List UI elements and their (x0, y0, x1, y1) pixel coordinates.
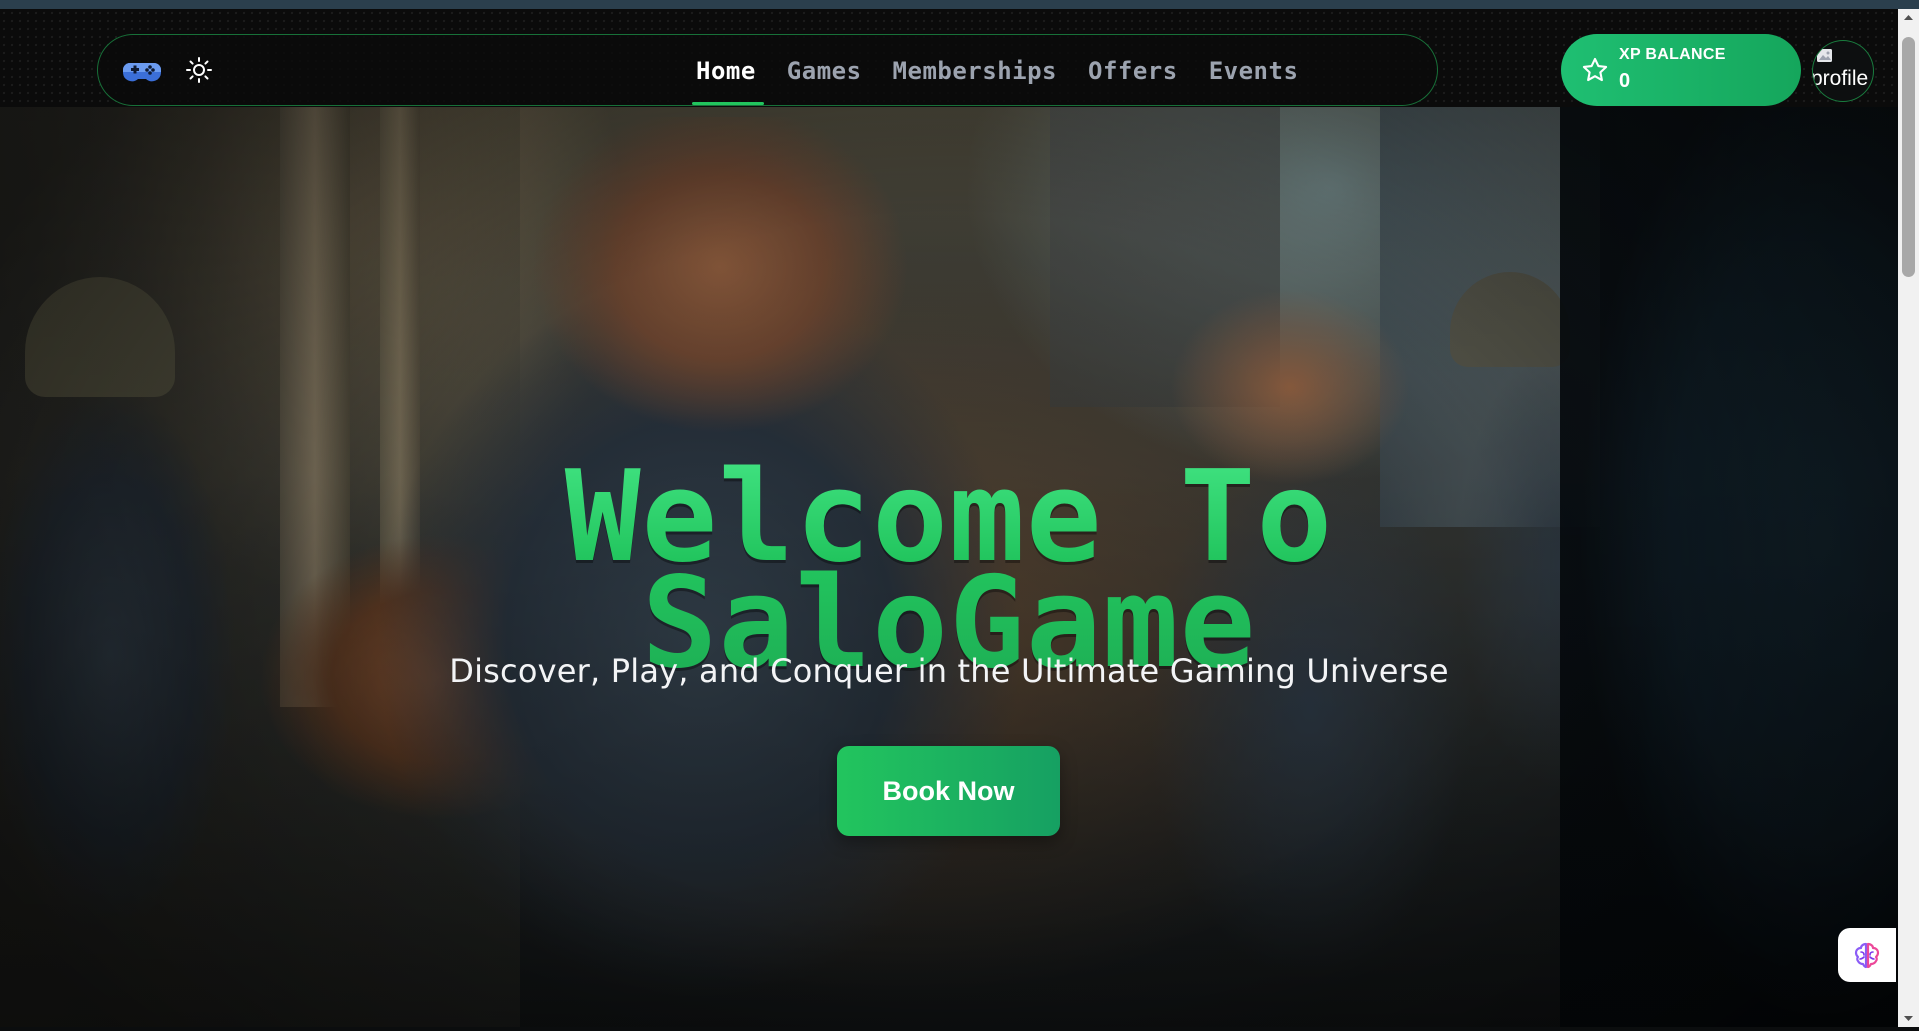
nav-link-offers[interactable]: Offers (1088, 57, 1178, 85)
book-now-button[interactable]: Book Now (837, 746, 1060, 836)
page-viewport: Home Games Memberships Offers Events XP … (0, 0, 1898, 1027)
main-navbar: Home Games Memberships Offers Events (97, 34, 1438, 106)
nav-links: Home Games Memberships Offers Events (692, 35, 1329, 107)
nav-link-games[interactable]: Games (787, 57, 862, 85)
gamepad-icon[interactable] (122, 55, 162, 87)
page-scrollbar[interactable] (1898, 9, 1919, 1027)
broken-image-icon (1816, 47, 1834, 65)
nav-link-home[interactable]: Home (692, 57, 764, 105)
xp-balance-value: 0 (1619, 70, 1631, 92)
scroll-down-arrow-icon[interactable] (1898, 1010, 1919, 1027)
window-top-strip (0, 0, 1919, 9)
ai-assistant-button[interactable] (1838, 928, 1896, 982)
brain-icon (1854, 942, 1880, 969)
hero-title: Welcome To SaloGame (0, 464, 1898, 676)
profile-alt-text: profile (1812, 67, 1869, 90)
nav-link-memberships[interactable]: Memberships (893, 57, 1057, 85)
scroll-up-arrow-icon[interactable] (1898, 9, 1919, 26)
xp-balance-label: XP BALANCE (1619, 46, 1726, 63)
xp-balance-badge[interactable]: XP BALANCE 0 (1561, 34, 1801, 106)
star-icon (1581, 56, 1609, 84)
scrollbar-thumb[interactable] (1902, 37, 1915, 277)
hero-subtitle: Discover, Play, and Conquer in the Ultim… (449, 652, 1449, 690)
sun-icon[interactable] (184, 55, 214, 85)
nav-link-events[interactable]: Events (1209, 57, 1299, 85)
profile-avatar[interactable]: profile (1812, 40, 1874, 102)
